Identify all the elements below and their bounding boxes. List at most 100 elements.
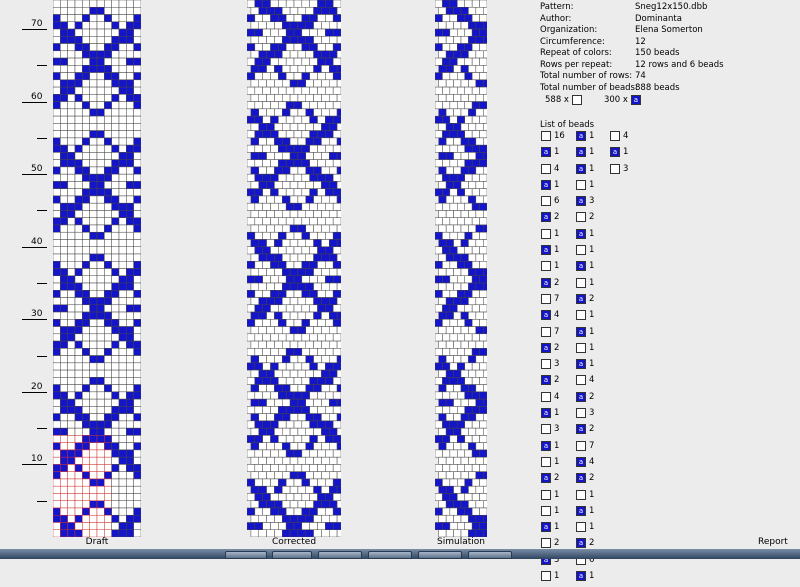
white-bead <box>475 485 484 494</box>
white-bead <box>274 79 283 88</box>
taskbar-button[interactable] <box>468 551 512 559</box>
draft-pattern-grid[interactable] <box>53 0 141 537</box>
white-bead <box>111 101 120 110</box>
blue-bead <box>435 231 443 240</box>
white-bead <box>309 304 318 313</box>
white-bead <box>262 43 271 52</box>
white-bead <box>74 137 83 146</box>
white-bead <box>321 529 330 537</box>
white-bead <box>313 369 322 378</box>
white-bead <box>336 282 341 291</box>
blue-bead <box>435 14 443 23</box>
white-bead <box>82 493 90 501</box>
info-label: Organization: <box>540 25 598 35</box>
white-bead <box>250 181 259 189</box>
white-bead <box>479 260 487 269</box>
blue-bead <box>278 391 287 400</box>
white-bead <box>133 210 141 218</box>
blue-bead <box>250 311 259 320</box>
taskbar-button[interactable] <box>225 551 267 559</box>
blue-bead <box>332 290 341 298</box>
white-bead <box>471 57 480 66</box>
white-bead <box>464 86 473 95</box>
white-bead <box>438 456 447 465</box>
blue-bead <box>289 471 299 480</box>
white-bead <box>313 21 322 30</box>
white-bead <box>453 326 462 335</box>
taskbar-button[interactable] <box>418 551 462 559</box>
blue-bead <box>305 166 314 175</box>
blue-bead <box>126 36 134 44</box>
blue-bead <box>60 304 68 313</box>
white-bead <box>289 456 299 465</box>
white-bead <box>53 456 61 465</box>
white-bead <box>89 398 98 407</box>
white-bead <box>313 326 322 335</box>
white-bead <box>96 115 105 124</box>
blue-bead <box>258 427 267 436</box>
white-bead <box>67 246 76 255</box>
white-bead <box>60 65 68 73</box>
blue-bead <box>438 311 447 320</box>
blue-bead <box>262 493 271 501</box>
white-bead <box>82 130 90 139</box>
blue-bead <box>67 326 76 335</box>
blue-bead <box>53 94 61 102</box>
white-bead <box>96 449 105 458</box>
white-bead <box>67 101 76 110</box>
white-bead <box>438 529 447 537</box>
blue-bead <box>96 181 105 189</box>
blue-bead <box>293 391 303 400</box>
white-bead <box>285 304 295 313</box>
white-bead <box>445 471 454 480</box>
white-bead <box>262 86 271 95</box>
white-bead <box>89 406 98 414</box>
white-bead <box>321 485 330 494</box>
blue-bead <box>96 188 105 197</box>
white-bead <box>74 427 83 436</box>
corrected-pattern-grid[interactable] <box>247 0 341 537</box>
white-bead <box>118 123 127 131</box>
blue-bead <box>266 369 275 378</box>
white-bead <box>247 449 256 458</box>
white-bead <box>53 500 61 509</box>
white-bead <box>60 72 68 81</box>
white-bead <box>309 72 318 81</box>
blue-bead <box>133 43 141 52</box>
white-bead <box>247 217 256 226</box>
white-bead <box>74 115 83 124</box>
white-bead <box>336 123 341 131</box>
white-bead <box>53 326 61 335</box>
blue-bead <box>111 166 120 175</box>
blue-bead <box>82 50 90 59</box>
bead-list-entry: a1 <box>541 179 565 196</box>
blue-bead <box>250 166 259 175</box>
white-bead <box>133 253 141 262</box>
white-bead <box>289 239 299 247</box>
white-bead <box>118 253 127 262</box>
white-bead <box>89 152 98 160</box>
white-bead <box>464 435 473 443</box>
blue-bead <box>258 297 267 306</box>
taskbar-button[interactable] <box>318 551 362 559</box>
blue-bead <box>258 369 267 378</box>
white-bead <box>321 398 330 407</box>
white-bead <box>53 253 61 262</box>
simulation-pattern-view[interactable] <box>435 0 487 537</box>
white-bead <box>89 210 98 218</box>
blue-bead <box>53 43 61 52</box>
blue-bead <box>250 137 259 146</box>
blue-bead <box>313 253 322 262</box>
blue-bead <box>118 275 127 284</box>
taskbar-button[interactable] <box>368 551 412 559</box>
white-bead <box>453 94 462 102</box>
white-bead <box>104 159 112 168</box>
white-bead <box>329 413 338 422</box>
blue-bead <box>270 435 279 443</box>
report-label[interactable]: Report <box>758 537 788 547</box>
white-bead <box>262 14 271 23</box>
blue-bead <box>60 522 68 530</box>
white-bead <box>118 391 127 400</box>
white-bead <box>67 297 76 306</box>
taskbar-button[interactable] <box>272 551 312 559</box>
